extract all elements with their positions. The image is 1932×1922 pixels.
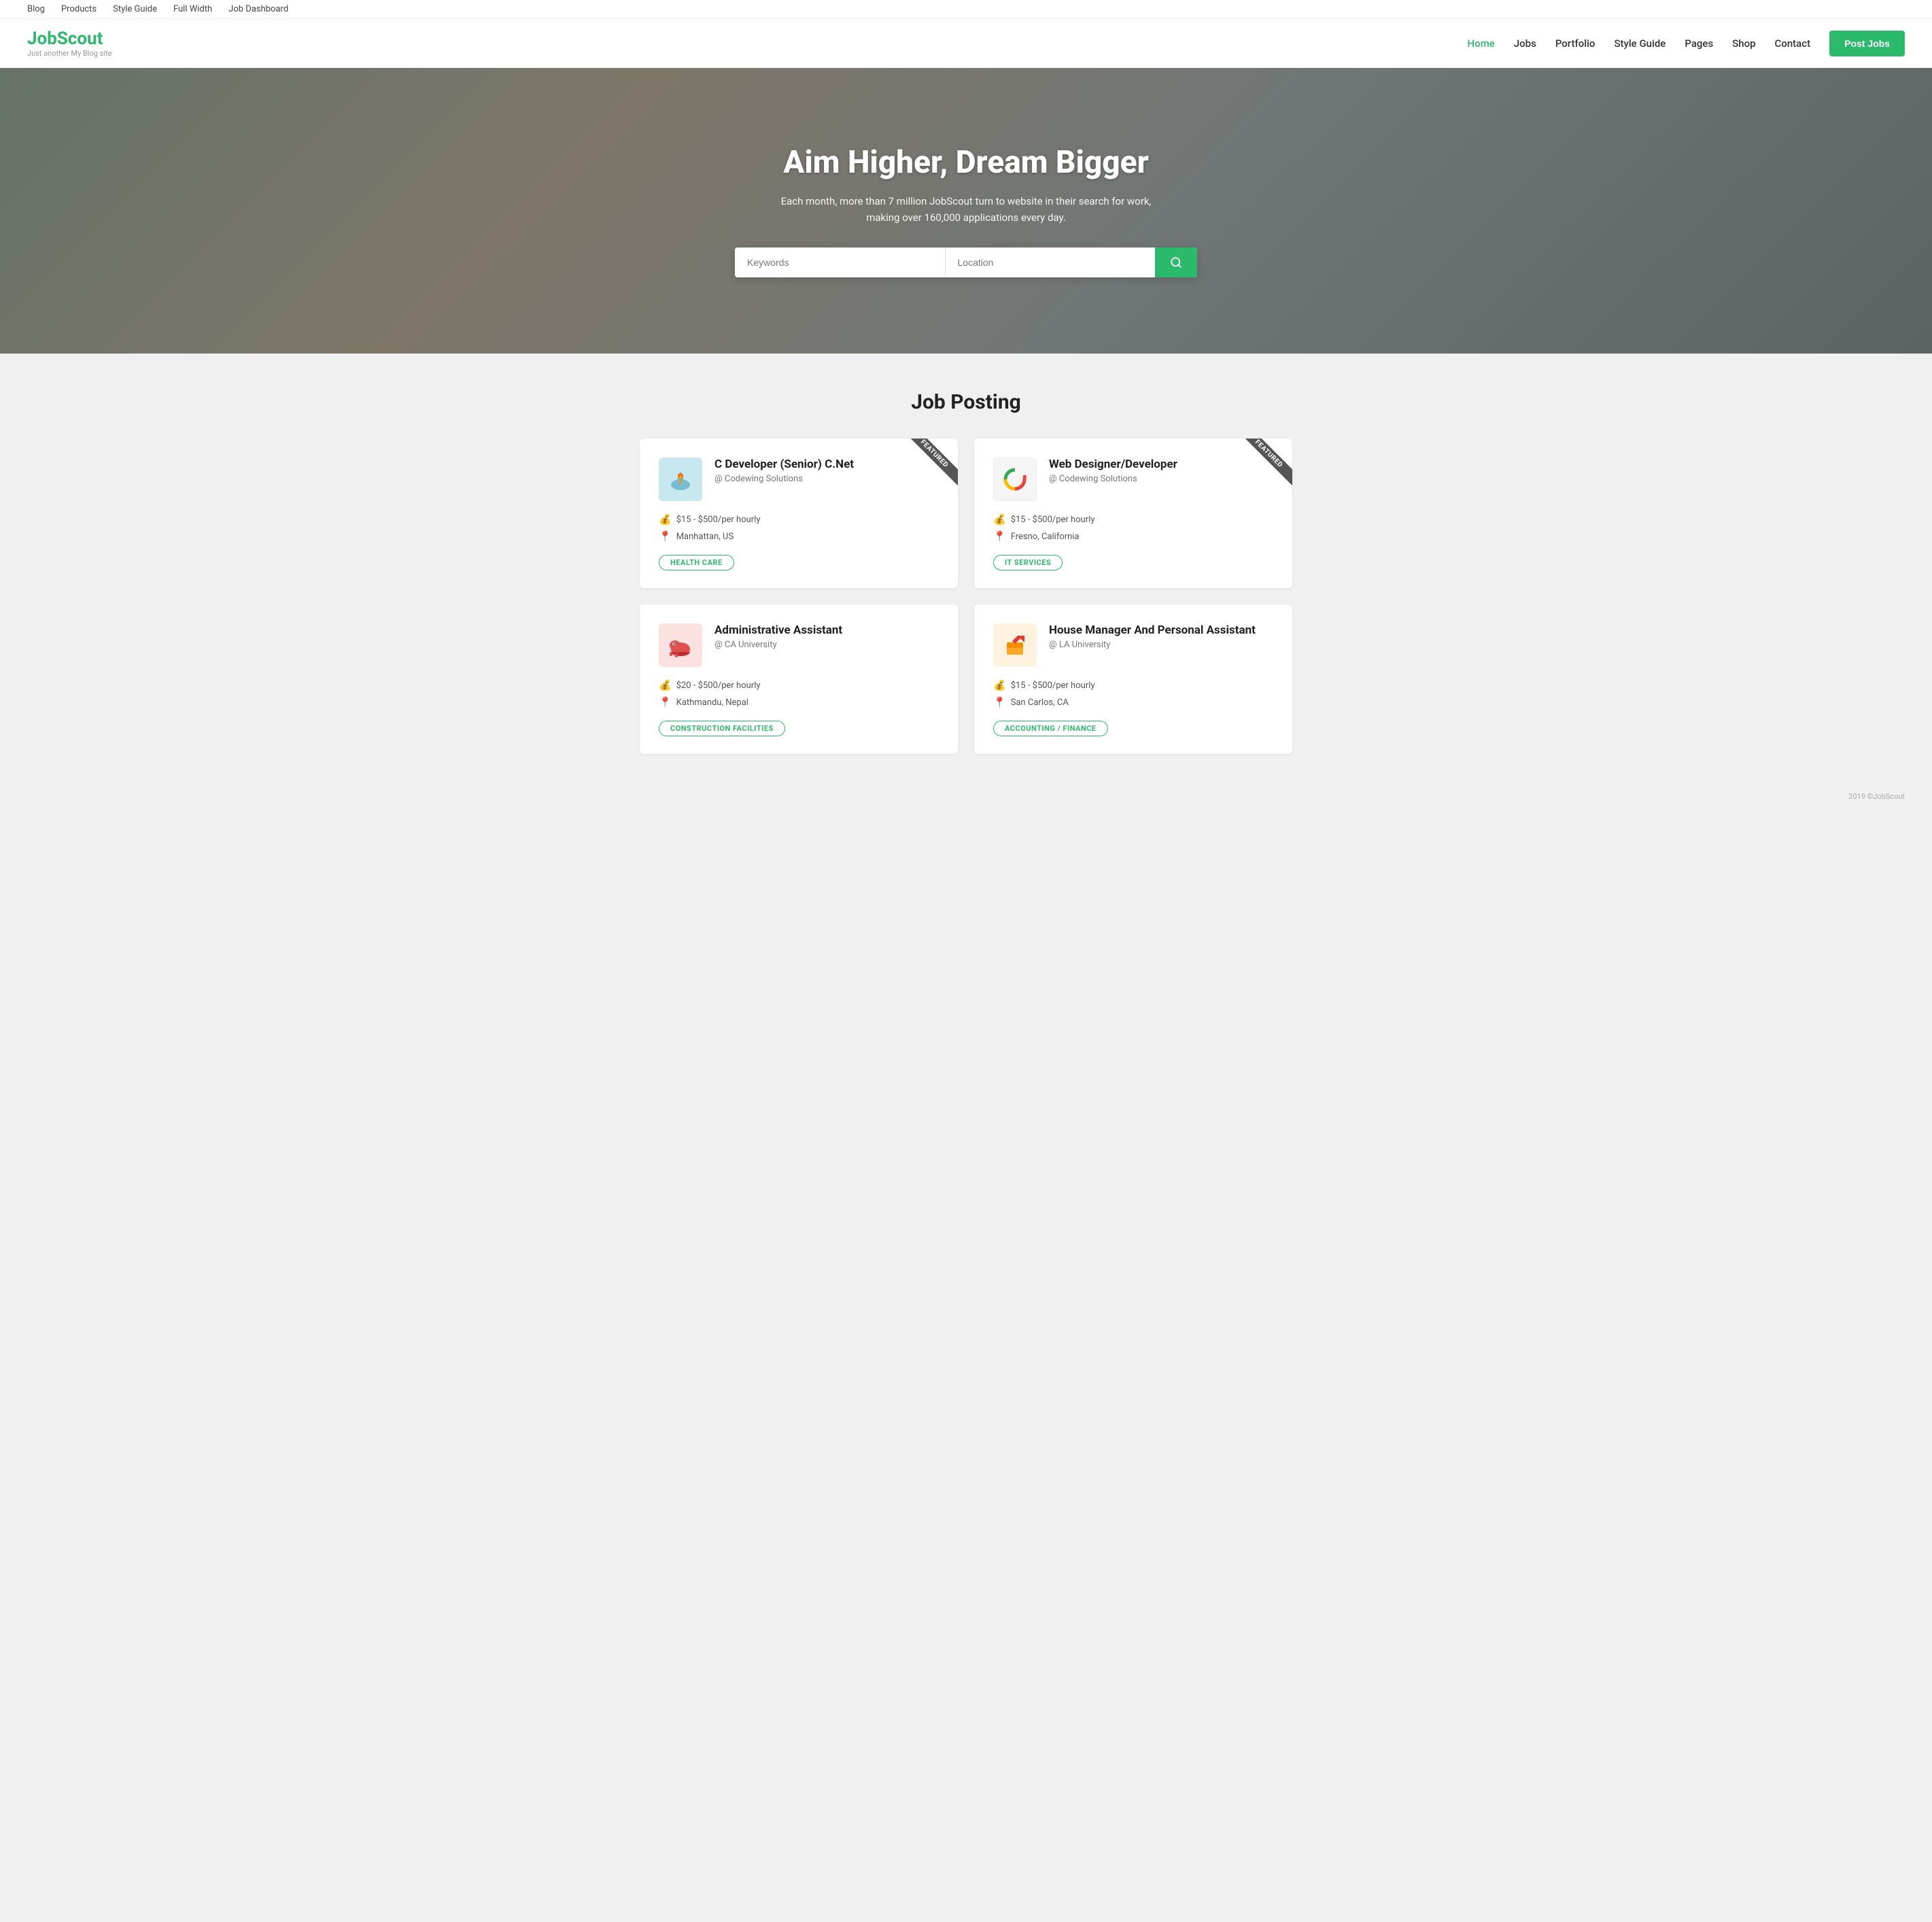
location-input[interactable] — [946, 247, 1156, 277]
location-2: Fresno, California — [1011, 532, 1080, 542]
logo[interactable]: JobScout Just another My Blog site — [27, 29, 111, 58]
nav-style-guide[interactable]: Style Guide — [1614, 37, 1666, 50]
job-title-1: C Developer (Senior) C.Net — [714, 458, 854, 471]
location-row-4: 📍 San Carlos, CA — [993, 696, 1273, 708]
job-card-4[interactable]: House Manager And Personal Assistant @ L… — [974, 604, 1292, 754]
topbar-full-width[interactable]: Full Width — [173, 4, 212, 14]
location-1: Manhattan, US — [676, 532, 734, 542]
job-info-4: House Manager And Personal Assistant @ L… — [1049, 623, 1256, 650]
job-tag-1[interactable]: HEALTH CARE — [659, 555, 734, 570]
location-4: San Carlos, CA — [1011, 698, 1069, 708]
jobs-grid: FEATURED C Developer (Senior) C.Net @ Co… — [640, 439, 1292, 754]
job-tag-2[interactable]: IT SERVICES — [993, 555, 1063, 570]
search-button[interactable] — [1155, 247, 1197, 277]
post-jobs-button[interactable]: Post Jobs — [1829, 31, 1905, 56]
salary-row-2: 💰 $15 - $500/per hourly — [993, 513, 1273, 526]
job-meta-1: 💰 $15 - $500/per hourly 📍 Manhattan, US — [659, 513, 939, 543]
logo-tagline: Just another My Blog site — [27, 49, 111, 58]
company-logo-4 — [993, 623, 1037, 667]
job-card-2[interactable]: FEATURED Web Designer/Developer @ Codewi… — [974, 439, 1292, 588]
nav-pages[interactable]: Pages — [1685, 37, 1713, 50]
location-3: Kathmandu, Nepal — [676, 698, 748, 708]
hero-section: Aim Higher, Dream Bigger Each month, mor… — [0, 68, 1932, 354]
money-icon-1: 💰 — [659, 513, 672, 526]
section-title: Job Posting — [640, 390, 1292, 414]
search-bar — [735, 247, 1197, 277]
salary-row-3: 💰 $20 - $500/per hourly — [659, 679, 939, 691]
location-row-3: 📍 Kathmandu, Nepal — [659, 696, 939, 708]
footer-text: 2019 ©JobScout — [1848, 792, 1905, 801]
location-icon-4: 📍 — [993, 696, 1006, 708]
hero-heading: Aim Higher, Dream Bigger — [14, 144, 1918, 181]
location-icon-3: 📍 — [659, 696, 672, 708]
salary-2: $15 - $500/per hourly — [1011, 515, 1095, 525]
topbar-job-dashboard[interactable]: Job Dashboard — [228, 4, 288, 14]
nav-contact[interactable]: Contact — [1775, 37, 1811, 50]
job-card-header-2: Web Designer/Developer @ Codewing Soluti… — [993, 458, 1273, 501]
job-card-header-3: Administrative Assistant @ CA University — [659, 623, 939, 667]
search-icon — [1170, 256, 1182, 269]
company-logo-3 — [659, 623, 702, 667]
logo-icon-2 — [1000, 464, 1030, 494]
location-icon-2: 📍 — [993, 530, 1006, 543]
logo-icon-3 — [666, 630, 695, 660]
location-icon-1: 📍 — [659, 530, 672, 543]
job-card-1[interactable]: FEATURED C Developer (Senior) C.Net @ Co… — [640, 439, 958, 588]
money-icon-2: 💰 — [993, 513, 1006, 526]
page-footer: 2019 ©JobScout — [0, 781, 1932, 812]
job-info-3: Administrative Assistant @ CA University — [714, 623, 842, 650]
job-meta-4: 💰 $15 - $500/per hourly 📍 San Carlos, CA — [993, 679, 1273, 708]
logo-icon-4 — [1000, 630, 1030, 660]
nav-home[interactable]: Home — [1468, 37, 1495, 50]
company-name-2: @ Codewing Solutions — [1049, 474, 1177, 484]
job-tag-4[interactable]: ACCOUNTING / FINANCE — [993, 721, 1108, 736]
topbar-blog[interactable]: Blog — [27, 4, 45, 14]
logo-text: JobScout — [27, 29, 111, 49]
money-icon-4: 💰 — [993, 679, 1006, 691]
location-row-2: 📍 Fresno, California — [993, 530, 1273, 543]
company-name-4: @ LA University — [1049, 640, 1256, 650]
topbar-style-guide[interactable]: Style Guide — [113, 4, 157, 14]
job-meta-2: 💰 $15 - $500/per hourly 📍 Fresno, Califo… — [993, 513, 1273, 543]
job-tag-3[interactable]: CONSTRUCTION FACILITIES — [659, 721, 785, 736]
nav-jobs[interactable]: Jobs — [1514, 37, 1536, 50]
job-card-3[interactable]: Administrative Assistant @ CA University… — [640, 604, 958, 754]
job-info-2: Web Designer/Developer @ Codewing Soluti… — [1049, 458, 1177, 484]
company-name-1: @ Codewing Solutions — [714, 474, 854, 484]
money-icon-3: 💰 — [659, 679, 672, 691]
job-meta-3: 💰 $20 - $500/per hourly 📍 Kathmandu, Nep… — [659, 679, 939, 708]
job-title-2: Web Designer/Developer — [1049, 458, 1177, 471]
nav-portfolio[interactable]: Portfolio — [1555, 37, 1595, 50]
company-logo-2 — [993, 458, 1037, 501]
salary-row-4: 💰 $15 - $500/per hourly — [993, 679, 1273, 691]
job-title-3: Administrative Assistant — [714, 623, 842, 637]
job-card-header-1: C Developer (Senior) C.Net @ Codewing So… — [659, 458, 939, 501]
job-title-4: House Manager And Personal Assistant — [1049, 623, 1256, 637]
company-logo-1 — [659, 458, 702, 501]
salary-4: $15 - $500/per hourly — [1011, 681, 1095, 691]
salary-1: $15 - $500/per hourly — [676, 515, 761, 525]
nav-links: Home Jobs Portfolio Style Guide Pages Sh… — [1468, 37, 1811, 50]
location-row-1: 📍 Manhattan, US — [659, 530, 939, 543]
jobs-section: Job Posting FEATURED C Developer (Seni — [626, 354, 1306, 781]
salary-row-1: 💰 $15 - $500/per hourly — [659, 513, 939, 526]
logo-icon-1 — [666, 464, 695, 494]
nav-shop[interactable]: Shop — [1732, 37, 1755, 50]
job-card-header-4: House Manager And Personal Assistant @ L… — [993, 623, 1273, 667]
company-name-3: @ CA University — [714, 640, 842, 650]
top-bar: Blog Products Style Guide Full Width Job… — [0, 0, 1932, 19]
hero-subtext: Each month, more than 7 million JobScout… — [776, 193, 1156, 226]
main-nav: JobScout Just another My Blog site Home … — [0, 19, 1932, 68]
keywords-input[interactable] — [735, 247, 946, 277]
job-info-1: C Developer (Senior) C.Net @ Codewing So… — [714, 458, 854, 484]
salary-3: $20 - $500/per hourly — [676, 681, 761, 691]
topbar-products[interactable]: Products — [61, 4, 97, 14]
